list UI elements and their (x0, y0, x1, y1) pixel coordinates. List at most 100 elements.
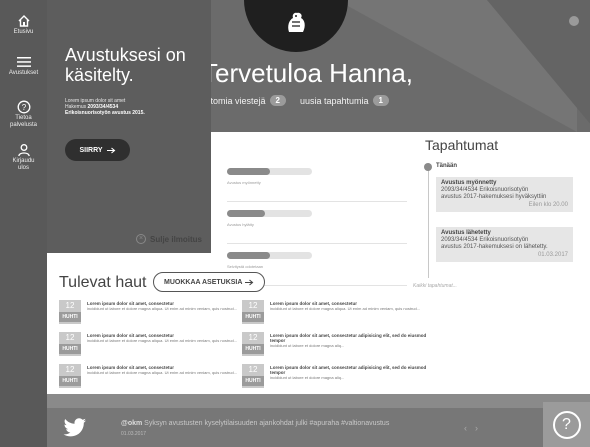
rail-home[interactable]: Etusivu (0, 14, 47, 36)
grant-day: 12 (248, 301, 258, 310)
arrow-right-icon (245, 279, 254, 285)
grant-text: Lorem ipsum dolor sit amet, consectetur i… (87, 333, 247, 343)
messages-count-badge[interactable]: 2 (269, 95, 286, 106)
notification-panel: Avustuksesi on käsitelty. Lorem ipsum do… (47, 0, 211, 253)
hamburger-menu-icon (16, 57, 31, 67)
timeline-line (428, 163, 429, 278)
help-icon: ? (552, 410, 581, 439)
rail-info[interactable]: ? Tietoa palvelusta (0, 100, 47, 129)
header-dot (569, 16, 579, 26)
tweet-handle[interactable]: @okm (121, 420, 142, 427)
grant-desc: incididunt ut labore et dolore magna ali… (87, 306, 238, 311)
stat-caption: Avustus hylätty (227, 222, 254, 227)
grant-text: Lorem ipsum dolor sit amet, consectetur i… (87, 301, 247, 311)
stat-bar (227, 252, 312, 259)
close-icon: × (136, 234, 146, 244)
timeline-today-label: Tänään (436, 163, 458, 169)
notification-body: Lorem ipsum dolor sit amet Hakemus 2093/… (65, 98, 205, 116)
stat-row: Avustus myönnetty (227, 162, 407, 202)
tweet-pager: ‹› (464, 423, 486, 433)
grant-item[interactable]: 12 HUHTI Lorem ipsum dolor sit amet, cons… (242, 300, 420, 325)
grant-item[interactable]: 12 HUHTI Lorem ipsum dolor sit amet, cons… (59, 364, 237, 389)
go-button[interactable]: SIIRRY (65, 139, 130, 161)
grant-date: 12 HUHTI (59, 300, 81, 324)
twitter-icon[interactable] (63, 418, 87, 438)
grant-date: 12 HUHTI (59, 332, 81, 356)
stat-bar (227, 210, 312, 217)
go-button-label: SIIRRY (79, 146, 103, 154)
rail-logout-label-1: Kirjaudu (12, 158, 35, 164)
grant-item[interactable]: 12 HUHTI Lorem ipsum dolor sit amet, cons… (242, 364, 426, 389)
grant-date: 12 HUHTI (242, 300, 264, 324)
grant-date: 12 HUHTI (59, 364, 81, 388)
events-count-badge[interactable]: 1 (372, 95, 389, 106)
stat-caption: Avustus myönnetty (227, 180, 261, 185)
grant-desc: incididunt ut labore et dolore magna ali… (270, 343, 345, 348)
close-notification-label: Sulje ilmoitus (150, 234, 203, 244)
event-time: 01.03.2017 (537, 252, 568, 258)
timeline-dot (424, 163, 432, 171)
grant-desc: incididunt ut labore et dolore magna ali… (270, 306, 421, 311)
grant-text: Lorem ipsum dolor sit amet, consectetur i… (270, 301, 430, 311)
user-icon (17, 144, 30, 157)
footer-bar (47, 394, 590, 408)
grant-month: HUHTI (59, 344, 81, 354)
rail-logout-label-2: ulos (17, 165, 29, 171)
rail-logout[interactable]: Kirjaudu ulos (0, 143, 47, 172)
event-line: avustus 2017-hakemuksesi on lähetetty. (441, 244, 548, 250)
grant-desc: incididunt ut labore et dolore magna ali… (87, 338, 238, 343)
stat-caption: Selvitystä odotetaan (227, 264, 264, 269)
tweet-content: Syksyn avustusten kyselytilaisuuden ajan… (144, 420, 390, 427)
stats-list: Avustus myönnetty Avustus hylätty Selvit… (227, 162, 407, 288)
grant-month: HUHTI (242, 312, 264, 322)
header-summary: attomia viestejä 2 uusia tapahtumia 1 (203, 95, 389, 106)
stat-fill (227, 210, 266, 217)
edit-settings-button[interactable]: MUOKKAA ASETUKSIA (153, 272, 266, 292)
grant-item[interactable]: 12 HUHTI Lorem ipsum dolor sit amet, cons… (59, 300, 237, 325)
upcoming-title: Tulevat haut (59, 274, 147, 291)
side-rail: Etusivu Avustukset ? Tietoa palvelusta K… (0, 0, 47, 447)
home-icon (18, 15, 29, 27)
grant-title: Lorem ipsum dolor sit amet, consectetur … (270, 333, 427, 343)
grant-day: 12 (65, 301, 75, 310)
grant-item[interactable]: 12 HUHTI Lorem ipsum dolor sit amet, cons… (59, 332, 237, 357)
grant-month: HUHTI (59, 376, 81, 386)
svg-text:?: ? (21, 103, 26, 112)
messages-text: attomia viestejä (203, 95, 266, 106)
notification-title: Avustuksesi on käsitelty. (65, 45, 186, 85)
event-line: 2093/34/4534 Erikoisnuorisotyön (441, 237, 529, 243)
rail-home-label: Etusivu (13, 29, 34, 35)
logo (244, 0, 348, 52)
question-circle-icon: ? (17, 100, 30, 114)
help-button[interactable]: ? (543, 402, 590, 447)
stat-bar (227, 168, 312, 175)
grant-month: HUHTI (242, 344, 264, 354)
events-title: Tapahtumat (425, 137, 499, 153)
edit-settings-label: MUOKKAA ASETUKSIA (164, 278, 243, 286)
grant-title: Lorem ipsum dolor sit amet, consectetur … (270, 365, 427, 375)
event-title: Avustus lähetetty (441, 230, 491, 236)
prev-tweet-button[interactable]: ‹ (464, 423, 475, 433)
event-card[interactable]: Avustus lähetetty 2093/34/4534 Erikoisnu… (436, 227, 573, 262)
grant-desc: incididunt ut labore et dolore magna ali… (270, 375, 345, 380)
rail-grants[interactable]: Avustukset (0, 55, 47, 77)
grant-day: 12 (248, 333, 258, 342)
tweet-text: @okm Syksyn avustusten kyselytilaisuuden… (121, 420, 389, 427)
arrow-right-icon (106, 147, 115, 153)
event-card[interactable]: Avustus myönnetty 2093/34/4534 Erikoisnu… (436, 177, 573, 212)
grant-text: Lorem ipsum dolor sit amet, consectetur i… (87, 365, 247, 375)
next-tweet-button[interactable]: › (475, 423, 486, 433)
grant-date: 12 HUHTI (242, 332, 264, 356)
grant-day: 12 (248, 365, 258, 374)
grant-day: 12 (65, 365, 75, 374)
twitter-footer: @okm Syksyn avustusten kyselytilaisuuden… (47, 394, 590, 447)
grant-month: HUHTI (242, 376, 264, 386)
grant-item[interactable]: 12 HUHTI Lorem ipsum dolor sit amet, cons… (242, 332, 426, 357)
all-events-link[interactable]: Kaikki tapahtumat... (413, 283, 457, 289)
rail-info-label-2: palvelusta (9, 122, 38, 128)
grant-month: HUHTI (59, 312, 81, 322)
grant-desc: incididunt ut labore et dolore magna ali… (87, 370, 238, 375)
welcome-heading: Tervetuloa Hanna, (202, 58, 414, 88)
stat-fill (227, 252, 270, 259)
close-notification-button[interactable]: × Sulje ilmoitus (136, 234, 202, 244)
